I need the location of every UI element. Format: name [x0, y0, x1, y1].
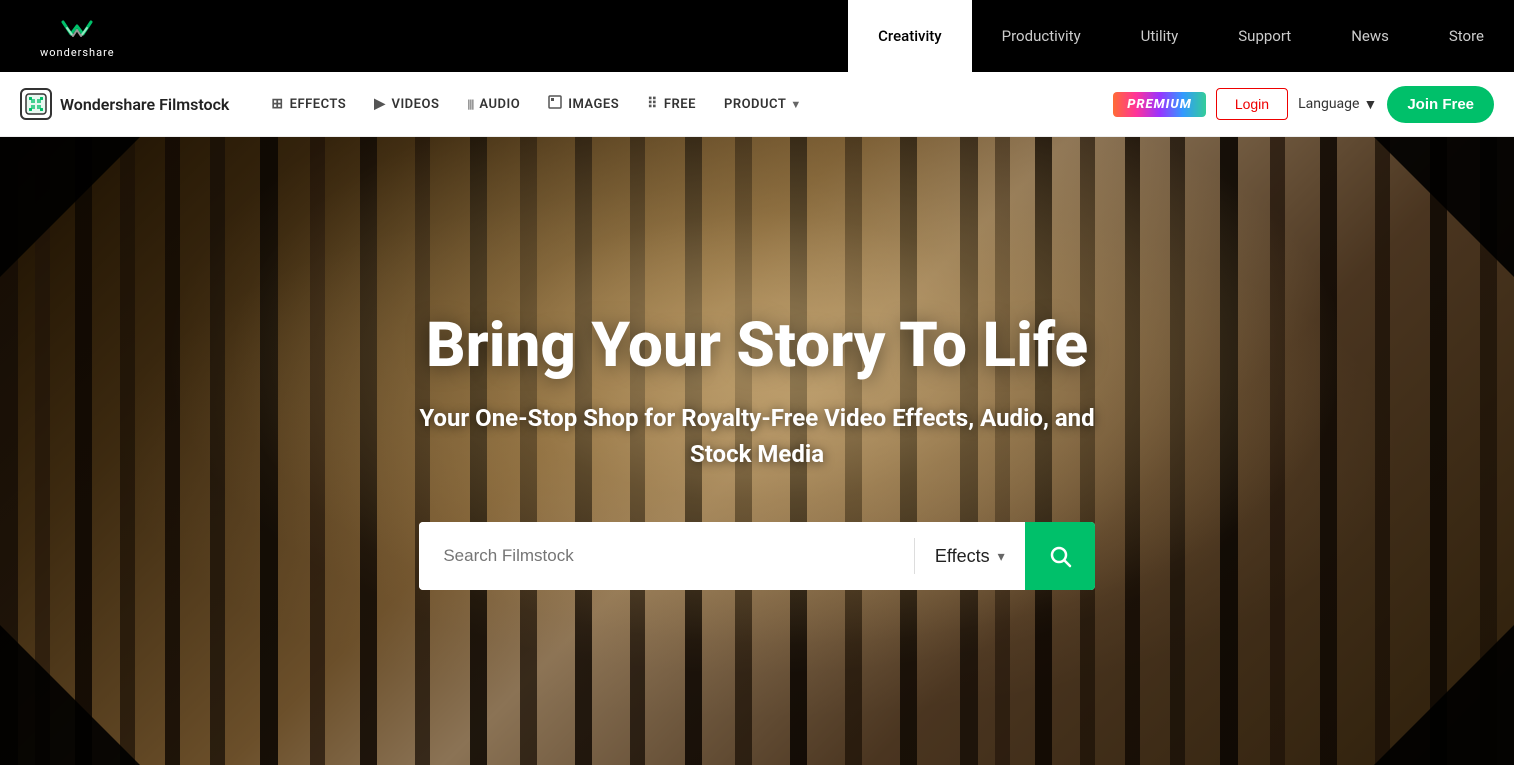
wondershare-brand-text: wondershare	[40, 46, 115, 59]
premium-badge[interactable]: PREMIUM	[1113, 92, 1206, 117]
second-nav-links: ⊞ EFFECTS ▶ VIDEOS ||| AUDIO IMAGES ⠿ FR…	[259, 87, 1113, 121]
videos-icon: ▶	[374, 96, 385, 112]
hero-content: Bring Your Story To Life Your One-Stop S…	[399, 312, 1114, 590]
filmstock-logo-icon	[20, 88, 52, 120]
join-free-button[interactable]: Join Free	[1387, 86, 1494, 123]
second-nav-effects[interactable]: ⊞ EFFECTS	[259, 88, 358, 120]
product-chevron-icon: ▼	[790, 98, 801, 111]
search-category-label: Effects	[935, 546, 990, 567]
filmstock-brand-name: Wondershare Filmstock	[60, 95, 229, 114]
language-chevron-icon: ▼	[1363, 96, 1377, 113]
second-nav-free[interactable]: ⠿ FREE	[635, 88, 708, 120]
search-category-selector[interactable]: Effects ▾	[915, 522, 1025, 590]
top-nav-links: Creativity Productivity Utility Support …	[848, 0, 1514, 72]
language-selector[interactable]: Language ▼	[1298, 96, 1377, 113]
effects-icon: ⊞	[271, 96, 283, 112]
top-nav-link-support[interactable]: Support	[1208, 0, 1321, 72]
filmstock-brand[interactable]: Wondershare Filmstock	[20, 88, 229, 120]
search-icon	[1048, 544, 1072, 568]
search-category-chevron-icon: ▾	[998, 548, 1005, 565]
hero-title: Bring Your Story To Life	[419, 312, 1094, 380]
top-nav-link-news[interactable]: News	[1321, 0, 1419, 72]
images-icon	[548, 95, 562, 113]
wondershare-logo-icon	[59, 14, 95, 42]
second-nav-images[interactable]: IMAGES	[536, 87, 631, 121]
second-nav-product[interactable]: PRODUCT ▼	[712, 89, 814, 120]
hero-section: Bring Your Story To Life Your One-Stop S…	[0, 137, 1514, 765]
second-nav-videos[interactable]: ▶ VIDEOS	[362, 88, 451, 120]
wondershare-logo-area[interactable]: wondershare	[0, 0, 155, 72]
audio-icon: |||	[467, 97, 473, 111]
free-icon: ⠿	[647, 96, 658, 112]
top-nav-link-productivity[interactable]: Productivity	[972, 0, 1111, 72]
second-navigation: Wondershare Filmstock ⊞ EFFECTS ▶ VIDEOS…	[0, 72, 1514, 137]
top-navigation: wondershare Creativity Productivity Util…	[0, 0, 1514, 72]
top-nav-link-creativity[interactable]: Creativity	[848, 0, 972, 72]
hero-subtitle: Your One-Stop Shop for Royalty-Free Vide…	[419, 400, 1094, 472]
top-nav-link-utility[interactable]: Utility	[1111, 0, 1209, 72]
search-input[interactable]	[419, 522, 914, 590]
login-button[interactable]: Login	[1216, 88, 1288, 120]
search-bar: Effects ▾	[419, 522, 1094, 590]
second-nav-audio[interactable]: ||| AUDIO	[455, 89, 532, 120]
top-nav-link-store[interactable]: Store	[1419, 0, 1514, 72]
search-button[interactable]	[1025, 522, 1095, 590]
second-nav-right: PREMIUM Login Language ▼ Join Free	[1113, 86, 1494, 123]
